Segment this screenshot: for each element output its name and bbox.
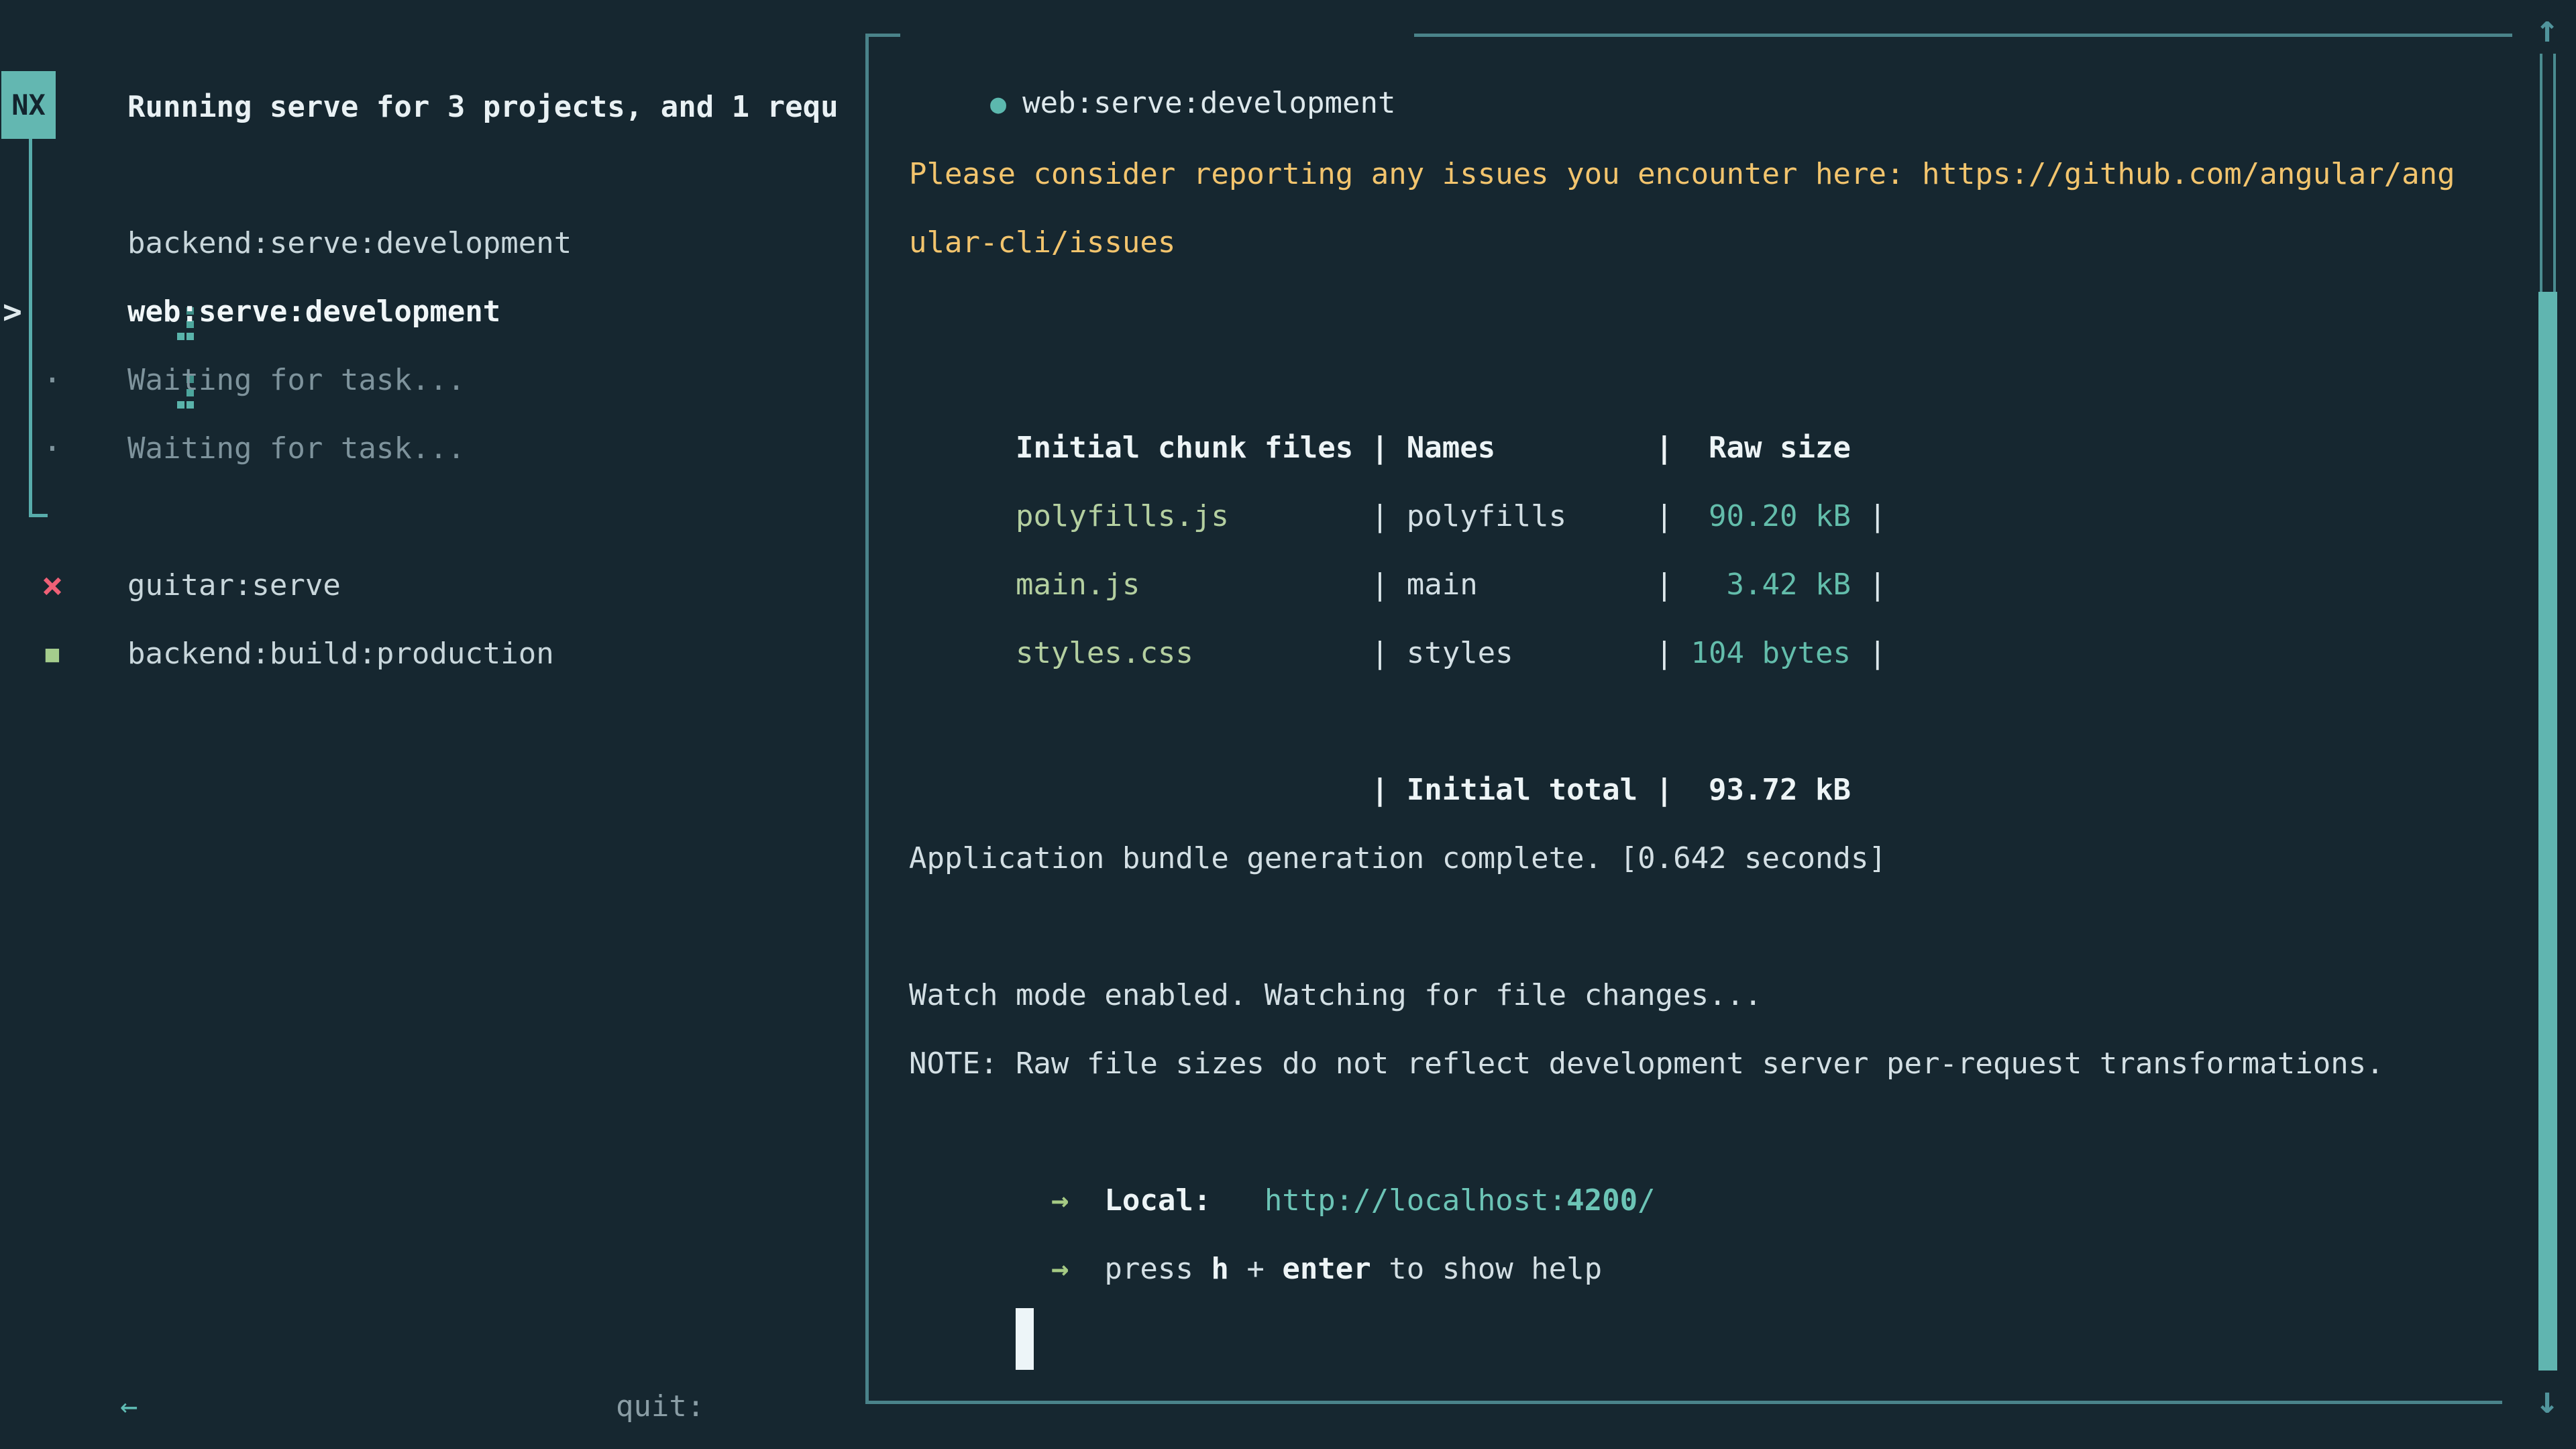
scrollbar-thumb[interactable] <box>2538 292 2557 1371</box>
pipe: | <box>1371 551 1407 619</box>
task-row-waiting-2[interactable]: · Waiting for task... <box>0 415 865 483</box>
local-url-link[interactable]: http://localhost:4200/ <box>1265 1183 1656 1218</box>
spinner-icon <box>37 278 68 346</box>
log-watch-mode-line: Watch mode enabled. Watching for file ch… <box>909 961 2506 1030</box>
pipe: | <box>1371 619 1407 688</box>
url-suffix: / <box>1638 1183 1656 1218</box>
pipe: | <box>1656 482 1691 551</box>
hint-text: to show help <box>1371 1252 1602 1286</box>
chunk-file: polyfills.js <box>1016 482 1371 551</box>
pipe: | <box>1868 636 1886 670</box>
pager-prev-icon[interactable]: ← <box>120 1389 138 1424</box>
panel-title: web:serve:development <box>1022 86 1395 120</box>
chunk-size: 104 bytes <box>1691 619 1851 688</box>
col-header-names: Names <box>1407 414 1656 482</box>
task-label: guitar:serve <box>127 551 341 620</box>
nx-tui-screen: NX Running serve for 3 projects, and 1 r… <box>0 0 2576 1449</box>
task-label-selected: web:serve:development <box>127 278 500 346</box>
chunk-file: main.js <box>1016 551 1371 619</box>
scroll-up-icon[interactable]: ↑ <box>2525 9 2569 50</box>
chunk-size: 90.20 kB <box>1691 482 1851 551</box>
local-label: Local: <box>1104 1183 1211 1218</box>
success-square-icon: ■ <box>37 620 68 688</box>
pipe: | <box>1868 499 1886 533</box>
task-row-waiting-1[interactable]: · Waiting for task... <box>0 346 865 415</box>
task-label: backend:serve:development <box>127 209 572 278</box>
sidebar-title: Running serve for 3 projects, and 1 requ <box>127 73 839 142</box>
panel-title-bar: ●web:serve:development <box>900 1 1414 69</box>
waiting-dot-icon: · <box>37 415 68 483</box>
hint-text: + <box>1229 1252 1282 1286</box>
chunk-name: styles <box>1407 619 1656 688</box>
pipe: | <box>1868 568 1886 602</box>
col-header-files: Initial chunk files <box>1016 414 1371 482</box>
chunk-table-header: Initial chunk files|Names|Raw size <box>909 345 2506 414</box>
scrollbar-track[interactable] <box>2540 54 2556 292</box>
chunk-size: 3.42 kB <box>1691 551 1851 619</box>
chunk-name: main <box>1407 551 1656 619</box>
log-blank-line <box>909 277 2506 345</box>
col-header-rawsize: Raw size <box>1691 414 1851 482</box>
pipe: | <box>1371 414 1407 482</box>
task-row-guitar-serve[interactable]: × guitar:serve <box>0 551 865 620</box>
nx-logo: NX <box>1 71 56 139</box>
task-row-web-serve[interactable]: web:serve:development <box>0 278 865 346</box>
log-note-line: NOTE: Raw file sizes do not reflect deve… <box>909 1030 2506 1098</box>
task-label: Waiting for task... <box>127 415 465 483</box>
panel-border-bottom <box>865 1401 2502 1404</box>
total-label: Initial total <box>1407 756 1656 824</box>
task-row-backend-build[interactable]: ■ backend:build:production <box>0 620 865 688</box>
chunk-name: polyfills <box>1407 482 1656 551</box>
total-size: 93.72 kB <box>1691 756 1851 824</box>
hint-key-enter: enter <box>1282 1252 1371 1286</box>
pipe: | <box>1656 551 1691 619</box>
chunk-file: styles.css <box>1016 619 1371 688</box>
failed-cross-icon: × <box>37 551 68 620</box>
hint-key-h: h <box>1211 1252 1229 1286</box>
log-bundle-complete-line: Application bundle generation complete. … <box>909 824 2506 893</box>
log-blank-line <box>909 893 2506 961</box>
arrow-right-icon: → <box>1051 1252 1069 1286</box>
chunk-table-total-row: |Initial total|93.72 kB <box>909 688 2506 756</box>
task-label: Waiting for task... <box>127 346 465 415</box>
shortcut-hints: quit: q help: ? <box>509 1304 740 1373</box>
panel-border-left <box>865 34 869 1403</box>
task-sidebar: NX Running serve for 3 projects, and 1 r… <box>0 0 865 1449</box>
scroll-down-icon[interactable]: ↓ <box>2525 1381 2569 1421</box>
log-local-url-line: →Local:http://localhost:4200/ <box>909 1098 2506 1167</box>
pager: ← 1/1 → <box>13 1304 191 1373</box>
log-notice-line-2: ular-cli/issues <box>909 209 2506 277</box>
hint-text: press <box>1104 1252 1211 1286</box>
spinner-icon <box>37 209 68 278</box>
url-prefix: http://localhost: <box>1265 1183 1566 1218</box>
quit-label: quit: <box>616 1389 704 1424</box>
pipe: | <box>1371 482 1407 551</box>
terminal-cursor <box>1016 1308 1034 1370</box>
task-label: backend:build:production <box>127 620 554 688</box>
task-output-log: Please consider reporting any issues you… <box>909 140 2506 1303</box>
nx-logo-text: NX <box>11 89 46 121</box>
pipe: | <box>1371 756 1407 824</box>
pipe: | <box>1656 414 1691 482</box>
arrow-right-icon: → <box>1051 1183 1069 1218</box>
task-row-backend-serve[interactable]: backend:serve:development <box>0 209 865 278</box>
waiting-dot-icon: · <box>37 346 68 415</box>
pipe: | <box>1656 619 1691 688</box>
url-port: 4200 <box>1566 1183 1638 1218</box>
pipe: | <box>1656 756 1691 824</box>
log-notice-line-1: Please consider reporting any issues you… <box>909 140 2506 209</box>
running-dot-icon: ● <box>990 89 1006 119</box>
